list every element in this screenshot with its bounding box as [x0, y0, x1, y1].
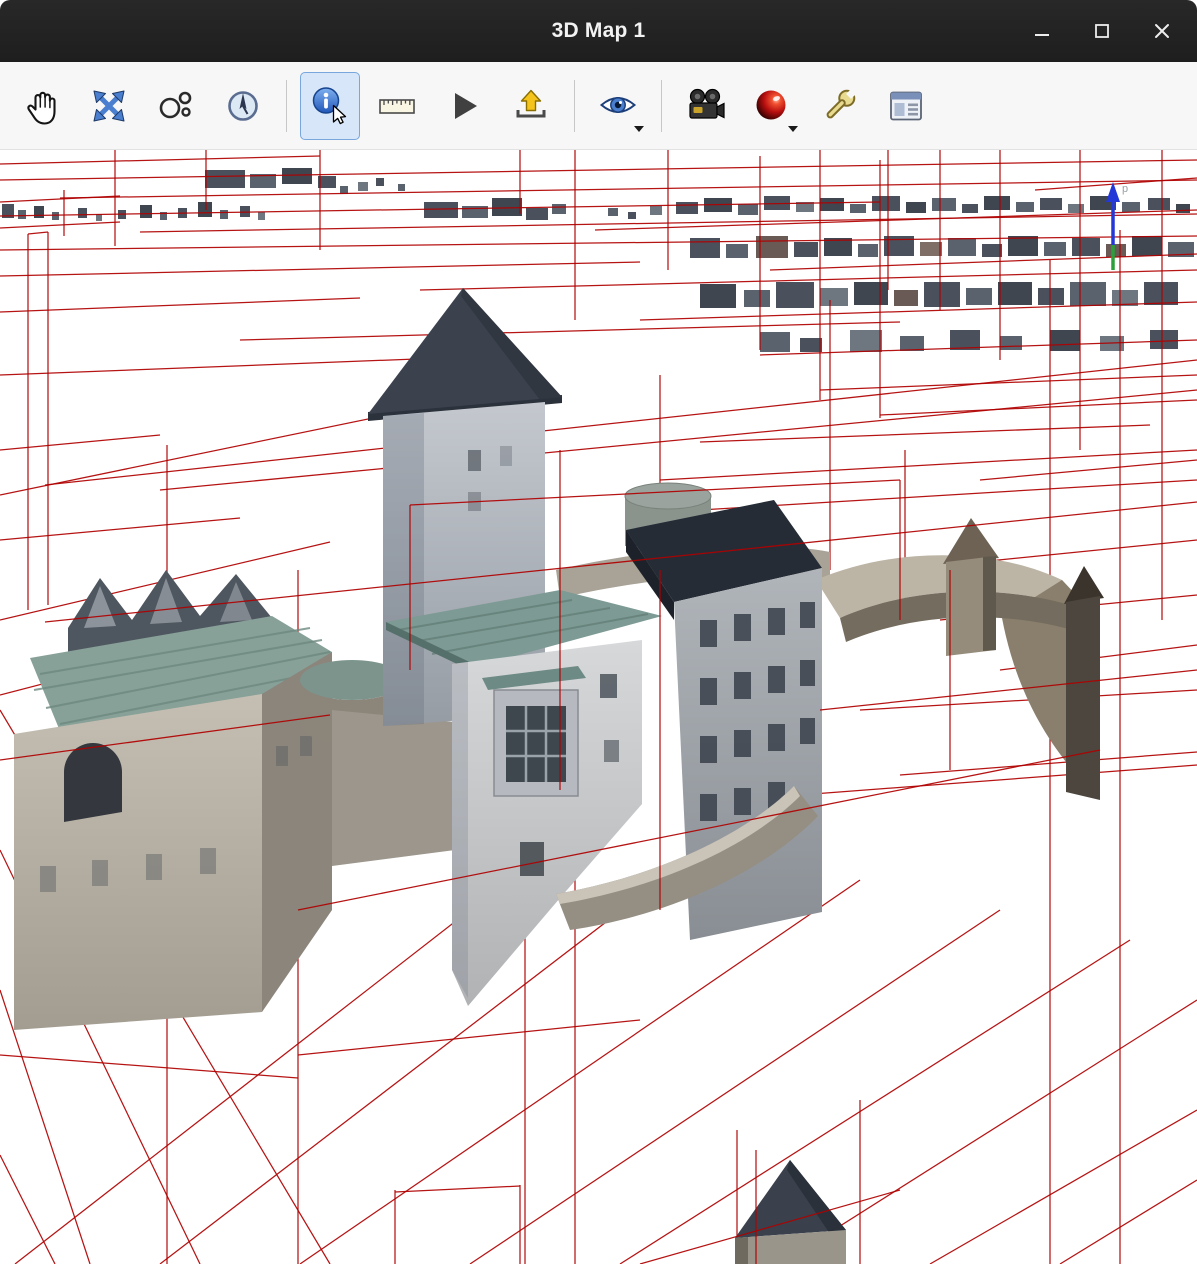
tool-sphere[interactable]	[742, 72, 802, 140]
tool-pan[interactable]	[12, 72, 72, 140]
red-sphere-icon	[752, 86, 792, 126]
close-icon	[1152, 21, 1172, 41]
tool-export[interactable]	[501, 72, 561, 140]
tool-identify[interactable]	[300, 72, 360, 140]
toolbar-separator	[574, 80, 575, 132]
left-wing	[14, 570, 332, 1030]
window-controls	[1023, 0, 1181, 62]
close-button[interactable]	[1143, 12, 1181, 50]
eye-icon	[598, 86, 638, 126]
upload-arrow-icon	[511, 86, 551, 126]
window-title: 3D Map 1	[552, 19, 646, 43]
titlebar[interactable]: 3D Map 1	[0, 0, 1197, 62]
tool-camera[interactable]	[675, 72, 735, 140]
foreground-house	[735, 1160, 846, 1264]
minimize-icon	[1033, 22, 1051, 40]
tower-roof	[368, 288, 562, 414]
dropdown-caret	[634, 126, 644, 132]
ruler-icon	[377, 86, 417, 126]
toolbar-separator	[286, 80, 287, 132]
tool-measure-ruler[interactable]	[367, 72, 427, 140]
maximize-button[interactable]	[1083, 12, 1121, 50]
tool-play[interactable]	[434, 72, 494, 140]
courtyard-wall	[332, 710, 455, 866]
report-window-icon	[886, 86, 926, 126]
zoom-arrows-icon	[89, 86, 129, 126]
tool-zoom-extent[interactable]	[79, 72, 139, 140]
toolbar	[0, 62, 1197, 150]
tool-visibility-eye[interactable]	[588, 72, 648, 140]
app-window: 3D Map 1	[0, 0, 1197, 1264]
hand-icon	[22, 86, 62, 126]
tool-wrench[interactable]	[809, 72, 869, 140]
info-cursor-icon	[310, 86, 350, 126]
arched-doorway	[64, 743, 122, 822]
maximize-icon	[1093, 22, 1111, 40]
circles-icon	[156, 86, 196, 126]
wrench-icon	[819, 86, 859, 126]
tool-report[interactable]	[876, 72, 936, 140]
wall-turret	[943, 518, 999, 656]
compass-icon	[223, 86, 263, 126]
play-icon	[444, 86, 484, 126]
scene-3d-render: p	[0, 150, 1197, 1264]
axis-label: p	[1122, 183, 1128, 195]
minimize-button[interactable]	[1023, 12, 1061, 50]
castle-model	[14, 288, 1104, 1264]
map-viewport[interactable]: p	[0, 150, 1197, 1264]
toolbar-separator	[661, 80, 662, 132]
tool-compass[interactable]	[213, 72, 273, 140]
central-building	[452, 640, 642, 1006]
dropdown-caret	[788, 126, 798, 132]
tool-select-circles[interactable]	[146, 72, 206, 140]
video-camera-icon	[685, 86, 725, 126]
